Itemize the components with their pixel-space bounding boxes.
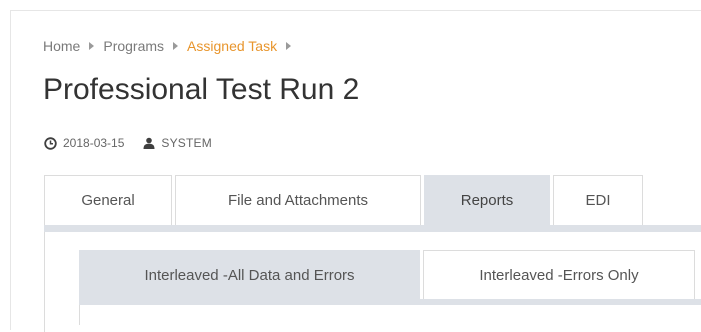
tab-interleaved-all-label: Interleaved -All Data and Errors — [144, 266, 355, 284]
page-title: Professional Test Run 2 — [43, 73, 360, 106]
breadcrumb: Home Programs Assigned Task — [43, 38, 300, 54]
main-tabs: General File and Attachments Reports EDI — [44, 175, 646, 225]
breadcrumb-assigned-task[interactable]: Assigned Task — [187, 38, 277, 54]
breadcrumb-separator-icon — [89, 42, 95, 50]
task-date: 2018-03-15 — [63, 136, 125, 150]
main-tabs-underline — [44, 225, 701, 232]
date-meta: 2018-03-15 — [44, 136, 124, 150]
tab-edi[interactable]: EDI — [553, 175, 643, 225]
tab-general[interactable]: General — [44, 175, 172, 225]
task-user: SYSTEM — [161, 136, 212, 150]
clock-icon — [44, 136, 57, 150]
tab-reports[interactable]: Reports — [424, 175, 550, 225]
tab-general-label: General — [81, 192, 135, 209]
user-icon — [143, 137, 155, 149]
tab-interleaved-all-data-and-errors[interactable]: Interleaved -All Data and Errors — [79, 250, 420, 299]
tab-interleaved-errors-only[interactable]: Interleaved -Errors Only — [423, 250, 695, 299]
breadcrumb-programs[interactable]: Programs — [103, 38, 164, 54]
tab-file-and-attachments-label: File and Attachments — [227, 192, 369, 209]
report-content — [79, 305, 701, 325]
breadcrumb-separator-icon — [173, 42, 179, 50]
tab-interleaved-errors-label: Interleaved -Errors Only — [479, 266, 639, 284]
tab-reports-label: Reports — [460, 192, 514, 209]
user-meta: SYSTEM — [143, 136, 212, 150]
breadcrumb-separator-icon — [286, 42, 292, 50]
tab-file-and-attachments[interactable]: File and Attachments — [175, 175, 421, 225]
task-meta: 2018-03-15 SYSTEM — [44, 136, 231, 150]
tab-edi-label: EDI — [585, 192, 611, 209]
report-tabs: Interleaved -All Data and Errors Interle… — [79, 250, 698, 299]
breadcrumb-home[interactable]: Home — [43, 38, 80, 54]
